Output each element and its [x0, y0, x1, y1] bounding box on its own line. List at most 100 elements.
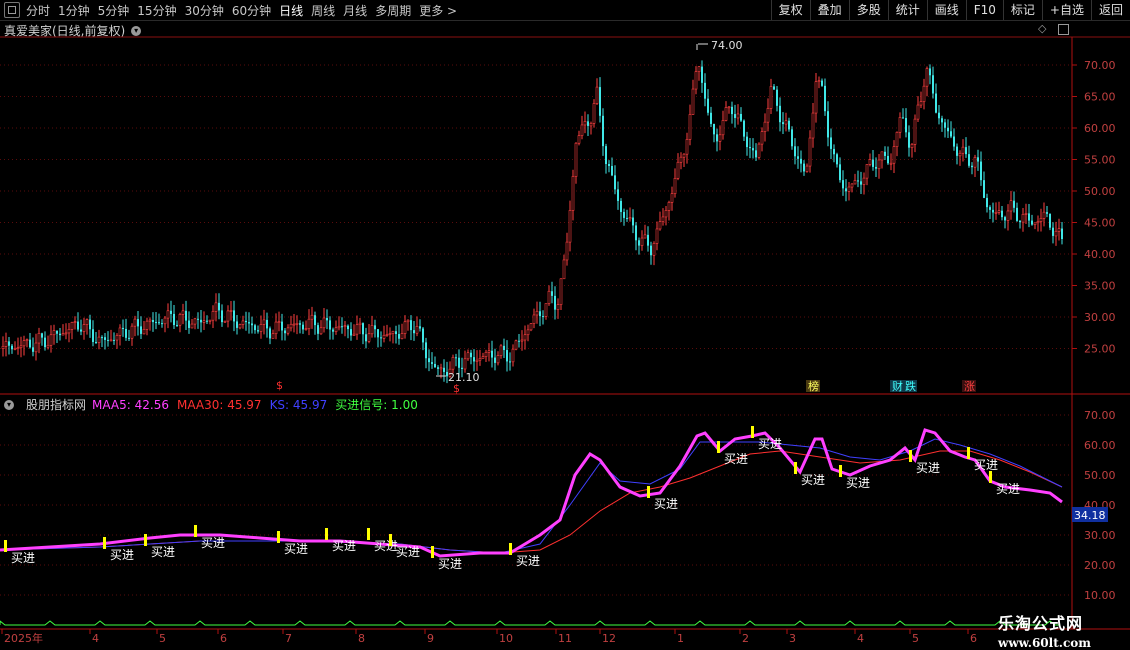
candle-body — [518, 340, 520, 342]
candle-body — [749, 147, 751, 149]
candle-body — [916, 104, 920, 120]
buy-signal-bar — [509, 543, 512, 555]
candle-body — [892, 146, 896, 164]
candle-body — [176, 325, 178, 327]
candle-body — [872, 159, 874, 167]
candle-body — [994, 212, 998, 214]
candle-body — [185, 310, 187, 321]
buy-signal-label: 买进 — [284, 542, 308, 556]
indicator-tick-label: 60.00 — [1084, 439, 1116, 452]
candle-body — [41, 333, 43, 338]
kline-chart[interactable]: 70.00 65.00 60.00 55.00 50.00 45.00 40.00 35.00… — [0, 0, 1130, 650]
candle-body — [808, 137, 812, 167]
candle-body — [986, 197, 988, 208]
candle-body — [718, 134, 722, 142]
candle-body — [257, 330, 259, 332]
candle-body — [499, 345, 503, 356]
candle-body — [395, 331, 397, 335]
candle-body — [1019, 220, 1021, 223]
candle-body — [676, 161, 680, 179]
candle-body — [554, 295, 556, 310]
indicator-tick-label: 70.00 — [1084, 409, 1116, 422]
candle-body — [961, 146, 965, 154]
candle-body — [523, 334, 527, 341]
buy-signal-label: 买进 — [724, 452, 748, 466]
candle-body — [4, 341, 8, 347]
candle-body — [341, 326, 343, 328]
candle-body — [406, 319, 410, 323]
candle-body — [67, 329, 71, 334]
candle-body — [535, 310, 539, 316]
candle-body — [757, 143, 761, 158]
candle-body — [740, 113, 742, 121]
candle-body — [908, 132, 910, 148]
candle-body — [73, 321, 77, 323]
candle-body — [229, 310, 233, 312]
buy-signal-label: 买进 — [332, 539, 356, 553]
candle-body — [49, 334, 53, 346]
candle-body — [8, 341, 10, 346]
candle-body — [1042, 211, 1046, 219]
candle-body — [52, 330, 56, 336]
candle-body — [289, 323, 293, 329]
candle-body — [836, 154, 838, 165]
candle-body — [638, 240, 640, 246]
candle-body — [461, 367, 463, 369]
candle-body — [797, 156, 799, 159]
candle-body — [277, 321, 281, 323]
candle-body — [559, 278, 563, 305]
candle-body — [574, 142, 578, 177]
candle-body — [511, 348, 515, 363]
buy-signal-label: 买进 — [396, 545, 420, 559]
candle-body — [334, 327, 338, 332]
candle-body — [11, 345, 13, 350]
candle-body — [691, 88, 695, 115]
candle-body — [122, 327, 124, 329]
candle-body — [97, 336, 101, 343]
candle-body — [971, 165, 973, 168]
candle-body — [425, 342, 427, 359]
candle-body — [551, 291, 553, 296]
candle-body — [140, 326, 142, 334]
buy-signal-label: 买进 — [916, 461, 940, 475]
candle-body — [1013, 200, 1015, 208]
candle-body — [286, 327, 290, 334]
candle-body — [632, 217, 634, 226]
buy-signal-label: 买进 — [996, 482, 1020, 496]
candle-body — [155, 322, 157, 324]
candle-body — [178, 314, 182, 326]
buy-signal-label: 买进 — [516, 554, 540, 568]
candle-body — [710, 112, 712, 124]
candle-body — [29, 339, 31, 348]
price-tick-label: 65.00 — [1084, 91, 1116, 104]
candle-body — [877, 159, 881, 169]
x-tick-label: 1 — [677, 632, 684, 645]
candle-body — [398, 334, 400, 339]
candle-body — [170, 310, 172, 314]
candle-body — [1033, 222, 1037, 225]
candle-body — [647, 234, 649, 246]
candle-body — [938, 112, 940, 119]
candle-body — [437, 367, 439, 369]
candle-body — [152, 319, 154, 323]
candle-body — [935, 93, 937, 113]
price-tick-label: 55.00 — [1084, 154, 1116, 167]
candle-body — [763, 121, 767, 132]
candle-body — [542, 316, 544, 318]
candle-body — [221, 310, 223, 323]
candle-body — [77, 321, 79, 330]
buy-signal-bar — [909, 450, 912, 462]
candle-body — [875, 166, 877, 169]
candle-body — [214, 302, 218, 312]
candle-body — [565, 241, 569, 261]
candle-body — [868, 159, 872, 165]
candle-body — [599, 87, 601, 116]
candle-body — [137, 319, 139, 327]
candle-body — [271, 333, 275, 339]
candle-body — [571, 176, 575, 211]
buy-signal-bar — [144, 534, 147, 546]
candle-body — [503, 345, 505, 351]
chevron-down-icon[interactable]: ▾ — [4, 399, 14, 410]
current-value-text: 34.18 — [1074, 509, 1106, 522]
candle-body — [1001, 210, 1003, 218]
